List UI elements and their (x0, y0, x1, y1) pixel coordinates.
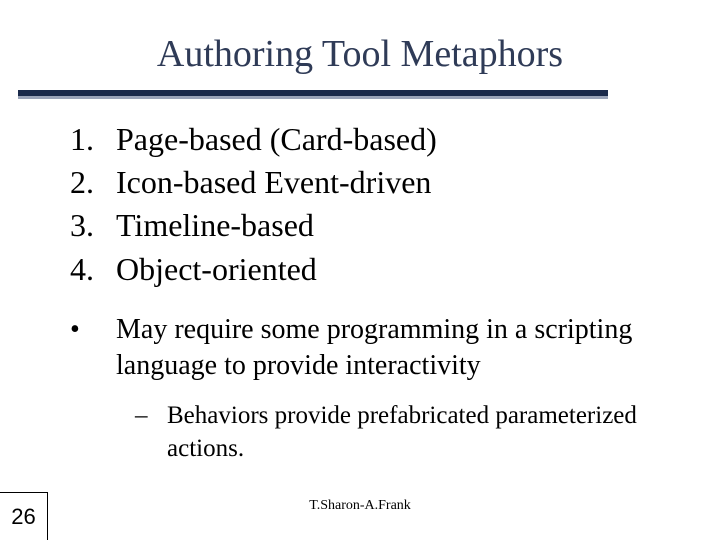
list-marker: 4. (70, 248, 116, 291)
page-number-box: 26 (0, 492, 48, 540)
list-text: Timeline-based (116, 204, 314, 247)
title-underline-shadow (18, 96, 608, 99)
sub-bullet-list: – Behaviors provide prefabricated parame… (135, 400, 700, 465)
list-item: 3. Timeline-based (70, 204, 437, 247)
list-text: Page-based (Card-based) (116, 118, 437, 161)
bullet-text: May require some programming in a script… (116, 312, 710, 385)
page-number: 26 (11, 504, 35, 530)
slide-title: Authoring Tool Metaphors (0, 32, 720, 76)
bullet-item: • May require some programming in a scri… (70, 312, 710, 385)
list-marker: 1. (70, 118, 116, 161)
list-item: 1. Page-based (Card-based) (70, 118, 437, 161)
list-text: Icon-based Event-driven (116, 161, 431, 204)
sub-bullet-item: – Behaviors provide prefabricated parame… (135, 400, 700, 465)
numbered-list: 1. Page-based (Card-based) 2. Icon-based… (70, 118, 437, 291)
list-marker: 3. (70, 204, 116, 247)
sub-bullet-text: Behaviors provide prefabricated paramete… (167, 400, 700, 465)
footer-author: T.Sharon-A.Frank (0, 498, 720, 514)
slide: Authoring Tool Metaphors 1. Page-based (… (0, 0, 720, 540)
list-text: Object-oriented (116, 248, 317, 291)
sub-bullet-marker: – (135, 400, 167, 465)
list-item: 2. Icon-based Event-driven (70, 161, 437, 204)
bullet-list: • May require some programming in a scri… (70, 312, 710, 385)
list-item: 4. Object-oriented (70, 248, 437, 291)
bullet-marker: • (70, 312, 116, 385)
list-marker: 2. (70, 161, 116, 204)
